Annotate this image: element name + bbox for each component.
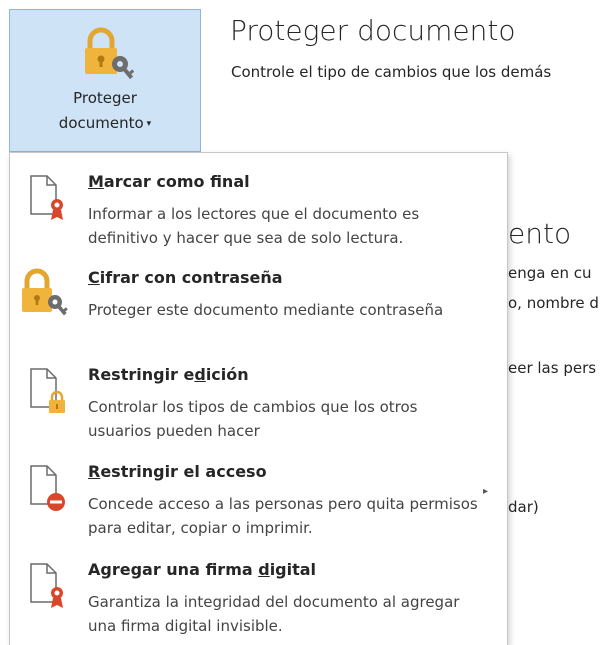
menu-item-description: Garantiza la integridad del documento al… <box>88 593 460 635</box>
menu-item-add-digital-signature[interactable]: Agregar una firma digital Garantiza la i… <box>10 546 507 644</box>
menu-item-encrypt-with-password[interactable]: Cifrar con contraseña Proteger este docu… <box>10 254 507 351</box>
protect-document-label: Proteger documento ▾ <box>58 89 152 132</box>
menu-item-title: Agregar una firma digital <box>88 560 317 579</box>
protect-document-menu: Marcar como final Informar a los lectore… <box>9 152 508 645</box>
chevron-down-icon: ▾ <box>146 119 152 129</box>
menu-item-description: Proteger este documento mediante contras… <box>88 301 444 319</box>
document-restricted-icon <box>23 460 65 512</box>
background-heading-fragment: ento <box>508 217 572 250</box>
menu-item-description: Informar a los lectores que el documento… <box>88 205 420 247</box>
background-text-fragment: dar) <box>508 498 539 516</box>
background-text-fragment: enga en cu <box>508 264 592 282</box>
lock-key-icon <box>22 266 68 318</box>
menu-item-restrict-access[interactable]: Restringir el acceso Concede acceso a la… <box>10 448 507 546</box>
submenu-arrow-icon: ▸ <box>483 486 489 497</box>
document-signature-icon <box>23 558 65 610</box>
document-ribbon-icon <box>23 170 65 222</box>
menu-item-description: Controlar los tipos de cambios que los o… <box>88 398 418 440</box>
menu-item-description: Concede acceso a las personas pero quita… <box>88 495 478 537</box>
menu-item-title: Marcar como final <box>88 172 250 191</box>
page-title: Proteger documento <box>230 14 516 47</box>
background-text-fragment: eer las pers <box>508 359 597 377</box>
page-subtitle: Controle el tipo de cambios que los demá… <box>231 63 552 81</box>
menu-item-title: Cifrar con contraseña <box>88 268 283 287</box>
document-lock-icon <box>23 363 65 415</box>
lock-key-icon <box>82 26 135 80</box>
menu-item-title: Restringir edición <box>88 365 249 384</box>
protect-document-button[interactable]: Proteger documento ▾ <box>9 9 201 152</box>
background-text-fragment: o, nombre d <box>508 294 599 312</box>
menu-item-mark-as-final[interactable]: Marcar como final Informar a los lectore… <box>10 158 507 253</box>
menu-item-title: Restringir el acceso <box>88 462 267 481</box>
menu-item-restrict-editing[interactable]: Restringir edición Controlar los tipos d… <box>10 351 507 448</box>
